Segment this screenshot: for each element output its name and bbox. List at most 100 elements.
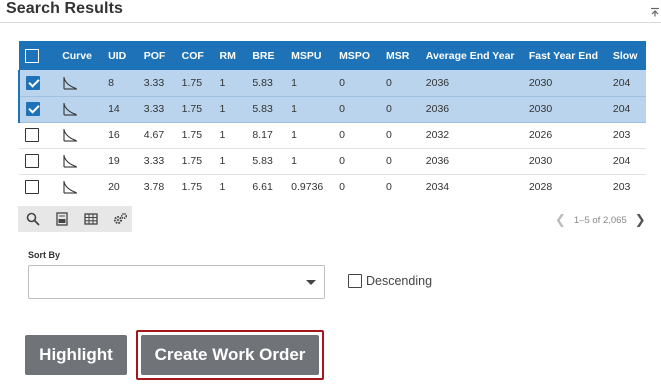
chevron-down-icon — [306, 280, 316, 285]
cell-uid: 8 — [102, 70, 138, 97]
column-header-average-end-year[interactable]: Average End Year — [419, 41, 523, 70]
column-header-curve[interactable]: Curve — [56, 41, 103, 70]
row-select-cell[interactable] — [19, 122, 57, 149]
row-checkbox[interactable] — [25, 180, 39, 194]
cell-average-end-year: 2034 — [419, 174, 523, 199]
decay-curve-icon[interactable] — [62, 128, 78, 142]
row-checkbox[interactable] — [26, 102, 40, 116]
column-header-slow[interactable]: Slow — [606, 41, 646, 70]
column-header-cof[interactable]: COF — [175, 41, 214, 70]
cell-rm: 1 — [213, 148, 247, 175]
cell-pof: 3.78 — [137, 174, 176, 199]
row-checkbox[interactable] — [26, 75, 40, 90]
cell-slow: 204 — [606, 70, 646, 97]
panel-title: Search Results — [6, 0, 124, 17]
row-checkbox[interactable] — [25, 154, 39, 168]
cell-rm: 1 — [213, 174, 247, 199]
export-icon[interactable] — [52, 209, 72, 229]
table-row[interactable]: 20 3.78 1.75 1 6.61 0.9736 0 0 2034 2028 203 — [19, 174, 646, 199]
cell-average-end-year: 2032 — [419, 122, 523, 149]
cell-slow: 204 — [606, 96, 646, 123]
column-header-mspu[interactable]: MSPU — [285, 41, 334, 70]
results-grid[interactable]: Curve UID POF COF RM BRE MSPU MSPO MSR A… — [18, 41, 646, 199]
cell-slow: 203 — [606, 174, 646, 199]
cell-mspo: 0 — [333, 174, 380, 199]
decay-curve-icon[interactable] — [62, 154, 78, 168]
settings-gears-icon[interactable] — [110, 209, 130, 229]
row-select-cell[interactable] — [18, 96, 57, 123]
cell-uid: 16 — [102, 122, 138, 149]
cell-msr: 0 — [379, 174, 420, 199]
next-page-icon[interactable]: ❯ — [635, 212, 646, 228]
cell-fast-year-end: 2026 — [522, 122, 607, 149]
table-row[interactable]: 16 4.67 1.75 1 8.17 1 0 0 2032 2026 203 — [19, 122, 646, 149]
row-checkbox[interactable] — [25, 128, 39, 142]
table-row[interactable]: 8 3.33 1.75 1 5.83 1 0 0 2036 2030 204 — [18, 70, 646, 97]
cell-pof: 3.33 — [137, 96, 176, 123]
row-select-cell[interactable] — [18, 70, 57, 97]
cell-pof: 3.33 — [137, 148, 176, 175]
cell-rm: 1 — [213, 96, 247, 123]
table-icon[interactable] — [81, 209, 101, 229]
row-select-cell[interactable] — [19, 148, 57, 175]
cell-fast-year-end: 2028 — [522, 174, 607, 199]
cell-msr: 0 — [379, 122, 420, 149]
cell-bre: 5.83 — [246, 148, 286, 175]
column-header-fast-year-end[interactable]: Fast Year End — [522, 41, 607, 70]
cell-cof: 1.75 — [175, 96, 214, 123]
cell-slow: 203 — [606, 122, 646, 149]
create-work-order-button[interactable]: Create Work Order — [141, 335, 319, 375]
column-header-msr[interactable]: MSR — [379, 41, 420, 70]
curve-cell[interactable] — [56, 70, 103, 97]
cell-cof: 1.75 — [175, 174, 214, 199]
cell-fast-year-end: 2030 — [522, 96, 607, 123]
page-range-text: 1–5 of 2,065 — [573, 214, 627, 226]
sort-by-select[interactable] — [28, 265, 325, 299]
cell-bre: 8.17 — [246, 122, 286, 149]
cell-average-end-year: 2036 — [419, 70, 523, 97]
cell-mspo: 0 — [333, 70, 380, 97]
cell-cof: 1.75 — [175, 148, 214, 175]
column-header-pof[interactable]: POF — [137, 41, 176, 70]
cell-mspo: 0 — [333, 122, 380, 149]
cell-pof: 4.67 — [137, 122, 176, 149]
cell-mspu: 1 — [285, 70, 334, 97]
decay-curve-icon[interactable] — [62, 76, 78, 90]
cell-mspu: 1 — [285, 96, 334, 123]
cell-cof: 1.75 — [175, 122, 214, 149]
descending-checkbox[interactable] — [348, 274, 362, 288]
table-row[interactable]: 19 3.33 1.75 1 5.83 1 0 0 2036 2030 204 — [19, 148, 646, 175]
column-header-bre[interactable]: BRE — [246, 41, 286, 70]
curve-cell[interactable] — [56, 148, 103, 175]
cell-mspo: 0 — [333, 96, 380, 123]
cell-average-end-year: 2036 — [419, 96, 523, 123]
cell-cof: 1.75 — [175, 70, 214, 97]
select-all-cell[interactable] — [19, 41, 57, 70]
column-header-uid[interactable]: UID — [102, 41, 138, 70]
cell-msr: 0 — [379, 70, 420, 97]
pagination: ❮ 1–5 of 2,065 ❯ — [555, 212, 646, 228]
column-header-rm[interactable]: RM — [213, 41, 247, 70]
collapse-up-icon[interactable] — [650, 7, 660, 17]
cell-bre: 6.61 — [246, 174, 286, 199]
row-select-cell[interactable] — [19, 174, 57, 199]
cell-uid: 14 — [102, 96, 138, 123]
curve-cell[interactable] — [56, 96, 103, 123]
decay-curve-icon[interactable] — [62, 180, 78, 194]
cell-rm: 1 — [213, 70, 247, 97]
previous-page-icon[interactable]: ❮ — [555, 212, 566, 228]
cell-mspu: 1 — [285, 122, 334, 149]
cell-mspu: 1 — [285, 148, 334, 175]
table-row[interactable]: 14 3.33 1.75 1 5.83 1 0 0 2036 2030 204 — [18, 96, 646, 123]
column-header-mspo[interactable]: MSPO — [333, 41, 380, 70]
curve-cell[interactable] — [56, 122, 103, 149]
descending-label: Descending — [366, 274, 433, 288]
decay-curve-icon[interactable] — [62, 102, 78, 116]
cell-fast-year-end: 2030 — [522, 148, 607, 175]
search-icon[interactable] — [23, 209, 43, 229]
select-all-checkbox[interactable] — [25, 48, 39, 63]
cell-rm: 1 — [213, 122, 247, 149]
curve-cell[interactable] — [56, 174, 103, 199]
highlight-button[interactable]: Highlight — [25, 335, 127, 375]
cell-pof: 3.33 — [137, 70, 176, 97]
